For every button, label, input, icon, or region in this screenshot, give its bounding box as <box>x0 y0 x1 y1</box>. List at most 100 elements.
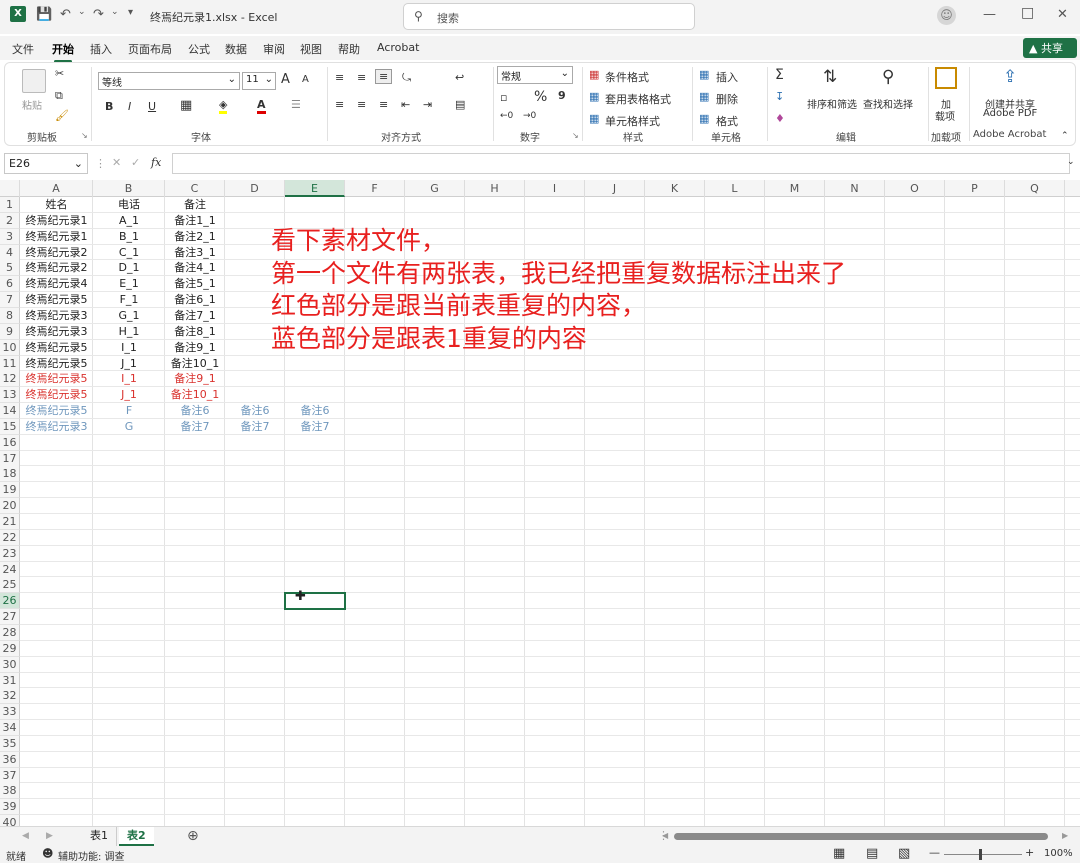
cell-B11[interactable]: J_1 <box>93 356 165 372</box>
column-header-F[interactable]: F <box>345 180 405 197</box>
borders-icon[interactable]: ▦ <box>180 98 192 113</box>
undo-icon[interactable]: ↶ <box>60 7 71 22</box>
dialog-launcher-icon[interactable]: ↘ <box>81 131 88 140</box>
formula-input[interactable] <box>172 153 1070 174</box>
row-header-39[interactable]: 39 <box>0 799 20 816</box>
row-header-23[interactable]: 23 <box>0 545 20 562</box>
cell-C6[interactable]: 备注5_1 <box>165 276 225 292</box>
zoom-out-icon[interactable]: — <box>929 846 940 859</box>
column-header-D[interactable]: D <box>225 180 285 197</box>
cell-A13[interactable]: 终焉纪元录5 <box>20 387 93 403</box>
cell-A14[interactable]: 终焉纪元录5 <box>20 403 93 419</box>
column-header-M[interactable]: M <box>765 180 825 197</box>
cell-B14[interactable]: F <box>93 403 165 419</box>
cell-A8[interactable]: 终焉纪元录3 <box>20 308 93 324</box>
cell-C15[interactable]: 备注7 <box>165 419 225 435</box>
row-header-15[interactable]: 15 <box>0 418 20 435</box>
cell-B5[interactable]: D_1 <box>93 260 165 276</box>
sort-filter-button[interactable]: 排序和筛选 <box>807 96 857 111</box>
conditional-format-button[interactable]: 条件格式 <box>605 69 649 85</box>
row-header-1[interactable]: 1 <box>0 197 20 213</box>
row-header-6[interactable]: 6 <box>0 276 20 293</box>
decrease-decimal-icon[interactable]: →0 <box>523 111 536 121</box>
row-header-38[interactable]: 38 <box>0 783 20 800</box>
currency-icon[interactable]: ▫ <box>500 91 507 104</box>
cell-A1[interactable]: 姓名 <box>20 197 93 213</box>
tab-review[interactable]: 审阅 <box>263 41 285 57</box>
cell-A10[interactable]: 终焉纪元录5 <box>20 340 93 356</box>
delete-cells-button[interactable]: 删除 <box>716 91 738 107</box>
clear-icon[interactable]: ♦ <box>775 112 785 125</box>
find-select-button[interactable]: 查找和选择 <box>863 96 913 111</box>
cell-C13[interactable]: 备注10_1 <box>165 387 225 403</box>
cell-B1[interactable]: 电话 <box>93 197 165 213</box>
cell-A11[interactable]: 终焉纪元录5 <box>20 356 93 372</box>
cell-B9[interactable]: H_1 <box>93 324 165 340</box>
create-pdf-button-line2[interactable]: Adobe PDF <box>983 108 1037 119</box>
align-right-icon[interactable]: ≡ <box>379 98 388 111</box>
underline-button[interactable]: U <box>148 100 156 113</box>
row-header-40[interactable]: 40 <box>0 815 20 826</box>
tab-acrobat[interactable]: Acrobat <box>377 41 419 54</box>
addins-button-line2[interactable]: 载项 <box>935 108 955 123</box>
font-name-select[interactable]: 等线 ⌄ <box>98 72 240 90</box>
format-cells-button[interactable]: 格式 <box>716 113 738 129</box>
cell-C3[interactable]: 备注2_1 <box>165 229 225 245</box>
cell-B13[interactable]: J_1 <box>93 387 165 403</box>
page-break-icon[interactable]: ▧ <box>898 846 910 861</box>
scroll-right-icon[interactable]: ▶ <box>38 827 61 846</box>
cell-B15[interactable]: G <box>93 419 165 435</box>
row-header-35[interactable]: 35 <box>0 735 20 752</box>
tab-file[interactable]: 文件 <box>12 41 34 57</box>
row-header-9[interactable]: 9 <box>0 323 20 340</box>
column-header-E[interactable]: E <box>285 180 345 197</box>
column-header-N[interactable]: N <box>825 180 885 197</box>
row-header-22[interactable]: 22 <box>0 529 20 546</box>
format-as-table-button[interactable]: 套用表格格式 <box>605 91 671 107</box>
cell-B4[interactable]: C_1 <box>93 245 165 261</box>
row-header-17[interactable]: 17 <box>0 450 20 467</box>
row-header-32[interactable]: 32 <box>0 688 20 705</box>
cell-B12[interactable]: I_1 <box>93 371 165 387</box>
cell-B8[interactable]: G_1 <box>93 308 165 324</box>
paste-label[interactable]: 粘贴 <box>22 97 42 112</box>
dialog-launcher-icon[interactable]: ↘ <box>572 131 579 140</box>
cell-A5[interactable]: 终焉纪元录2 <box>20 260 93 276</box>
redo-icon[interactable]: ↷ <box>93 7 104 22</box>
name-box[interactable]: E26 ⌄ <box>4 153 88 174</box>
column-header-L[interactable]: L <box>705 180 765 197</box>
cell-D15[interactable]: 备注7 <box>225 419 285 435</box>
zoom-slider-thumb[interactable] <box>979 849 982 860</box>
row-header-24[interactable]: 24 <box>0 561 20 578</box>
scroll-left-icon[interactable]: ◀ <box>14 827 37 846</box>
column-header-G[interactable]: G <box>405 180 465 197</box>
cut-icon[interactable]: ✂ <box>55 67 64 80</box>
add-sheet-icon[interactable]: ⊕ <box>179 827 207 846</box>
row-header-4[interactable]: 4 <box>0 244 20 261</box>
undo-dropdown-icon[interactable]: ⌄ <box>78 7 86 17</box>
insert-cells-button[interactable]: 插入 <box>716 69 738 85</box>
page-layout-icon[interactable]: ▤ <box>866 846 878 861</box>
share-button[interactable]: ▲ 共享 <box>1023 38 1077 58</box>
maximize-icon[interactable]: □ <box>1021 5 1034 21</box>
column-header-H[interactable]: H <box>465 180 525 197</box>
cell-B6[interactable]: E_1 <box>93 276 165 292</box>
column-header-O[interactable]: O <box>885 180 945 197</box>
format-painter-icon[interactable]: 🖌 <box>55 109 69 122</box>
paste-icon[interactable] <box>22 69 46 93</box>
align-top-icon[interactable]: ≡ <box>335 71 344 84</box>
close-icon[interactable]: ✕ <box>1057 7 1068 22</box>
horizontal-scrollbar[interactable] <box>674 833 1048 840</box>
decrease-indent-icon[interactable]: ⇤ <box>401 98 410 111</box>
cell-A3[interactable]: 终焉纪元录1 <box>20 229 93 245</box>
select-all-corner[interactable] <box>0 180 20 197</box>
column-header-K[interactable]: K <box>645 180 705 197</box>
bold-button[interactable]: B <box>105 100 113 113</box>
column-header-J[interactable]: J <box>585 180 645 197</box>
row-header-27[interactable]: 27 <box>0 609 20 626</box>
cell-D14[interactable]: 备注6 <box>225 403 285 419</box>
cell-B3[interactable]: B_1 <box>93 229 165 245</box>
accessibility-status[interactable]: 辅助功能: 调查 <box>58 848 125 863</box>
increase-indent-icon[interactable]: ⇥ <box>423 98 432 111</box>
cell-B10[interactable]: I_1 <box>93 340 165 356</box>
